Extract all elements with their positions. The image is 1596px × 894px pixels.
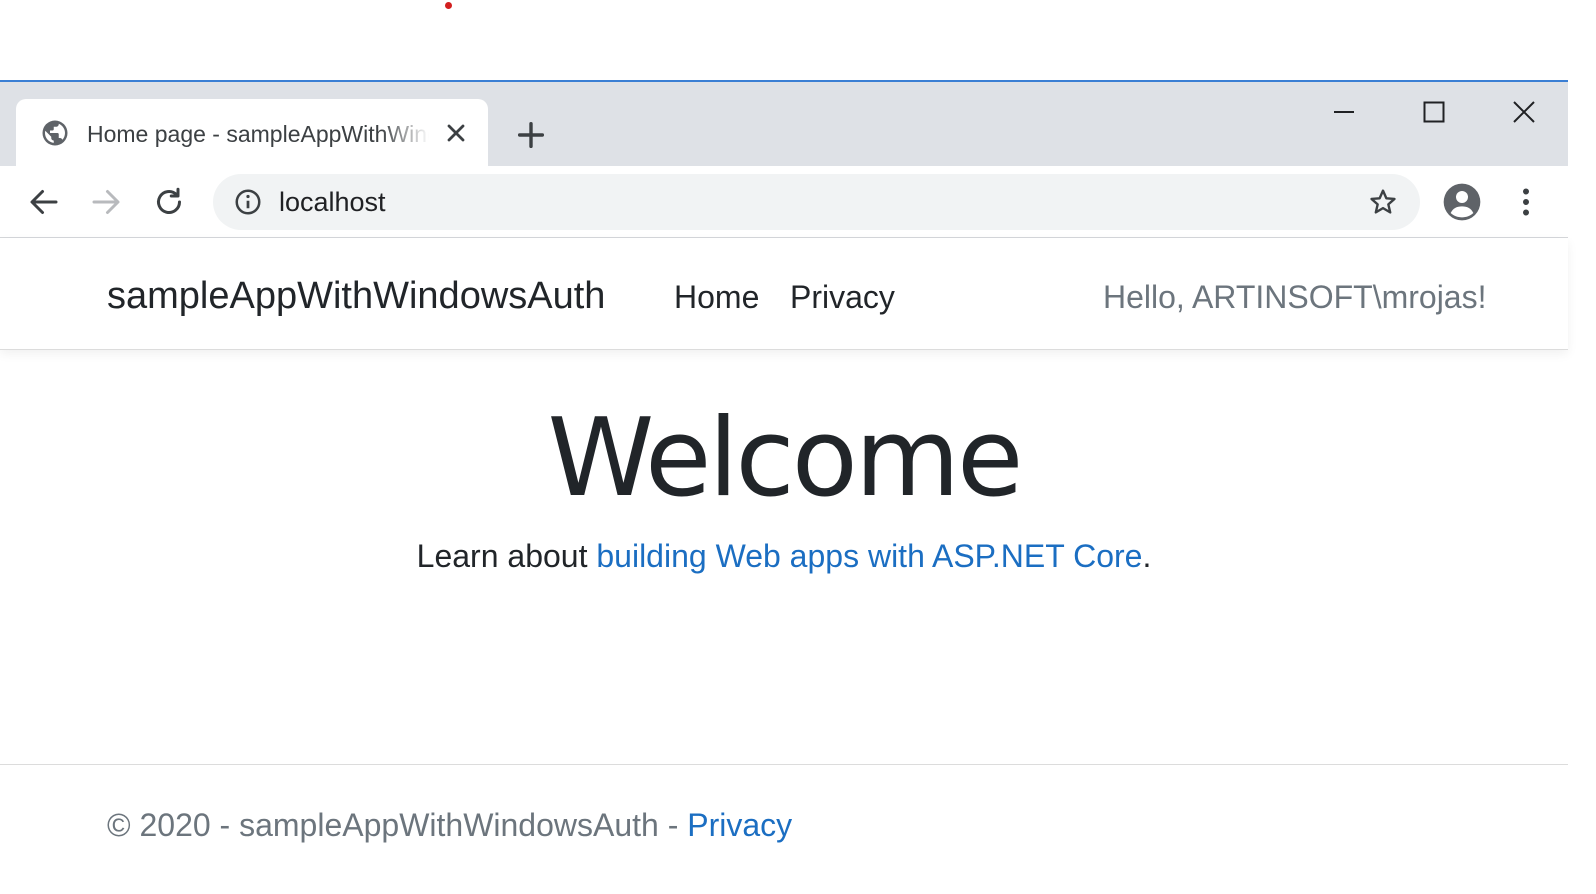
footer-copyright: © 2020 - sampleAppWithWindowsAuth - xyxy=(107,807,688,843)
welcome-heading: Welcome xyxy=(547,396,1023,521)
info-icon[interactable] xyxy=(233,187,263,217)
plus-icon[interactable] xyxy=(514,118,548,152)
main-content: Welcome Learn about building Web apps wi… xyxy=(0,350,1568,764)
site-navbar: sampleAppWithWindowsAuth Home Privacy He… xyxy=(0,238,1568,350)
nav-link-home[interactable]: Home xyxy=(674,277,759,317)
profile-icon[interactable] xyxy=(1442,182,1482,222)
reload-icon[interactable] xyxy=(151,184,187,220)
lead-prefix: Learn about xyxy=(416,538,597,574)
lead-suffix: . xyxy=(1142,538,1152,574)
tab-title: Home page - sampleAppWithWindowsAuth xyxy=(87,121,429,147)
footer-text: © 2020 - sampleAppWithWindowsAuth - Priv… xyxy=(107,805,792,845)
address-bar[interactable]: localhost xyxy=(213,174,1420,230)
star-icon[interactable] xyxy=(1367,186,1399,218)
cursor-dot xyxy=(445,2,452,9)
browser-toolbar: localhost xyxy=(0,166,1568,238)
globe-icon xyxy=(42,120,68,146)
nav-link-privacy[interactable]: Privacy xyxy=(790,277,895,317)
back-arrow-icon[interactable] xyxy=(26,184,62,220)
active-tab[interactable]: Home page - sampleAppWithWindowsAuth xyxy=(16,99,488,166)
forward-arrow-icon[interactable] xyxy=(88,184,124,220)
desktop-gutter xyxy=(1568,80,1596,894)
tab-strip: Home page - sampleAppWithWindowsAuth xyxy=(0,82,1568,166)
site-footer: © 2020 - sampleAppWithWindowsAuth - Priv… xyxy=(0,764,1568,894)
window-close-icon[interactable] xyxy=(1504,94,1544,130)
close-icon[interactable] xyxy=(442,119,470,147)
maximize-icon[interactable] xyxy=(1414,94,1454,130)
user-greeting: Hello, ARTINSOFT\mrojas! xyxy=(1103,279,1487,315)
lead-paragraph: Learn about building Web apps with ASP.N… xyxy=(0,536,1568,576)
more-vert-icon[interactable] xyxy=(1508,184,1544,220)
navbar-brand[interactable]: sampleAppWithWindowsAuth xyxy=(107,274,605,318)
desktop-background xyxy=(0,0,1596,81)
url-text[interactable]: localhost xyxy=(279,186,386,218)
footer-privacy-link[interactable]: Privacy xyxy=(687,807,792,843)
minimize-icon[interactable] xyxy=(1324,94,1364,130)
aspnet-docs-link[interactable]: building Web apps with ASP.NET Core xyxy=(596,538,1142,574)
browser-window: Home page - sampleAppWithWindowsAuth xyxy=(0,80,1568,894)
